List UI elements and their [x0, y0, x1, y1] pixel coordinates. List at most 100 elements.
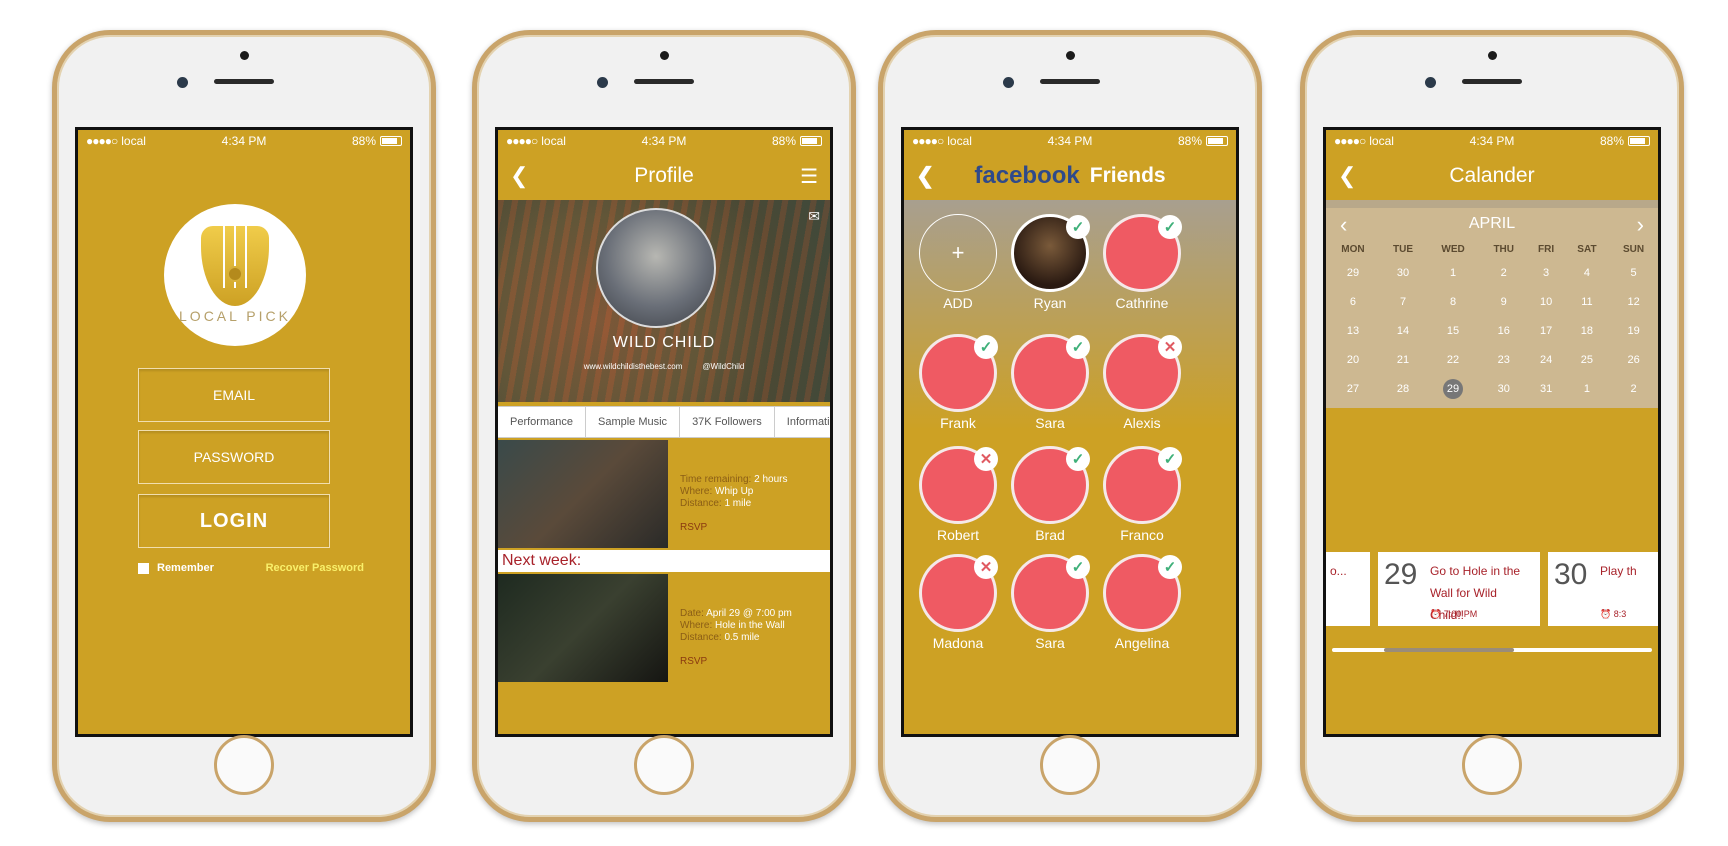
calendar-day[interactable]: 27 — [1326, 374, 1380, 403]
check-icon[interactable]: ✓ — [1158, 555, 1182, 579]
friend-item[interactable]: ✕ Alexis — [1102, 334, 1182, 431]
calendar-day[interactable]: 7 — [1380, 287, 1426, 316]
calendar-day[interactable]: 29 — [1326, 258, 1380, 287]
calendar-day[interactable]: 13 — [1326, 316, 1380, 345]
cross-icon[interactable]: ✕ — [974, 447, 998, 471]
back-icon[interactable]: ❮ — [916, 163, 934, 189]
recover-password-link[interactable]: Recover Password — [266, 562, 364, 574]
login-button[interactable]: LOGIN — [138, 494, 330, 548]
check-icon[interactable]: ✓ — [1066, 215, 1090, 239]
friend-item[interactable]: ✓ Brad — [1010, 446, 1090, 543]
friend-item[interactable]: ✓ Sara — [1010, 554, 1090, 651]
tab-information[interactable]: Information — [775, 407, 830, 437]
next-month-icon[interactable]: › — [1637, 212, 1644, 238]
tab-followers[interactable]: 37K Followers — [680, 407, 775, 437]
calendar-day[interactable]: 28 — [1380, 374, 1426, 403]
home-button[interactable] — [1040, 735, 1100, 795]
friend-avatar[interactable]: ✓ — [1103, 446, 1182, 524]
friend-avatar[interactable]: ✕ — [919, 554, 998, 632]
calendar-day[interactable]: 3 — [1527, 258, 1564, 287]
calendar-day[interactable]: 17 — [1527, 316, 1564, 345]
calendar-day[interactable]: 10 — [1527, 287, 1564, 316]
cards-scrollbar[interactable] — [1332, 648, 1652, 652]
friend-item[interactable]: ✓ Sara — [1010, 334, 1090, 431]
friend-item[interactable]: ✓ Franco — [1102, 446, 1182, 543]
calendar-day[interactable]: 5 — [1609, 258, 1658, 287]
calendar-day[interactable]: 26 — [1609, 345, 1658, 374]
check-icon[interactable]: ✓ — [1066, 447, 1090, 471]
calendar-day[interactable]: 11 — [1565, 287, 1609, 316]
website-link[interactable]: www.wildchildisthebest.com — [584, 362, 683, 371]
calendar-day[interactable]: 2 — [1609, 374, 1658, 403]
calendar-day[interactable]: 6 — [1326, 287, 1380, 316]
friend-avatar[interactable]: ✕ — [1103, 334, 1182, 412]
friend-item[interactable]: ✕ Madona — [918, 554, 998, 651]
password-field[interactable]: PASSWORD — [138, 430, 330, 484]
friend-avatar[interactable]: ✓ — [1103, 554, 1182, 632]
email-field[interactable]: EMAIL — [138, 368, 330, 422]
calendar-day[interactable]: 23 — [1480, 345, 1527, 374]
friend-avatar[interactable]: ✓ — [919, 334, 998, 412]
calendar-day[interactable]: 8 — [1426, 287, 1480, 316]
calendar-day[interactable]: 21 — [1380, 345, 1426, 374]
twitter-handle[interactable]: @WildChild — [702, 362, 744, 371]
calendar-day[interactable]: 4 — [1565, 258, 1609, 287]
prev-month-icon[interactable]: ‹ — [1340, 212, 1347, 238]
friend-avatar[interactable]: ✓ — [1011, 334, 1090, 412]
calendar-day[interactable]: 30 — [1480, 374, 1527, 403]
calendar-day[interactable]: 15 — [1426, 316, 1480, 345]
tab-sample-music[interactable]: Sample Music — [586, 407, 681, 437]
menu-icon[interactable]: ☰ — [800, 164, 818, 189]
calendar-day[interactable]: 1 — [1565, 374, 1609, 403]
friend-avatar[interactable]: ✓ — [1011, 446, 1090, 524]
friend-item[interactable]: ✓ Frank — [918, 334, 998, 431]
event-card[interactable]: o... — [1326, 552, 1370, 626]
check-icon[interactable]: ✓ — [1158, 215, 1182, 239]
calendar-day[interactable]: 25 — [1565, 345, 1609, 374]
friend-photo[interactable]: ✓ — [1011, 214, 1090, 292]
friend-item[interactable]: ✕ Robert — [918, 446, 998, 543]
event-card[interactable]: 30 Play th ⏰ 8:3 — [1548, 552, 1658, 626]
add-friend-button[interactable]: + ADD — [918, 214, 998, 311]
check-icon[interactable]: ✓ — [1158, 447, 1182, 471]
friend-item[interactable]: ✓ Angelina — [1102, 554, 1182, 651]
calendar-day[interactable]: 29 — [1426, 374, 1480, 403]
calendar-day[interactable]: 9 — [1480, 287, 1527, 316]
calendar-day[interactable]: 1 — [1426, 258, 1480, 287]
calendar-day[interactable]: 14 — [1380, 316, 1426, 345]
mail-icon[interactable]: ✉ — [808, 208, 820, 225]
calendar-day[interactable]: 30 — [1380, 258, 1426, 287]
tab-performance[interactable]: Performance — [498, 407, 586, 437]
calendar-day[interactable]: 24 — [1527, 345, 1564, 374]
friend-avatar[interactable]: ✕ — [919, 446, 998, 524]
remember-toggle[interactable]: Remember — [138, 562, 214, 574]
rsvp-button[interactable]: RSVP — [680, 656, 818, 668]
home-button[interactable] — [214, 735, 274, 795]
rsvp-button[interactable]: RSVP — [680, 522, 818, 534]
calendar-day[interactable]: 2 — [1480, 258, 1527, 287]
cross-icon[interactable]: ✕ — [974, 555, 998, 579]
event-card[interactable]: Time remaining: 2 hours Where: Whip Up D… — [498, 440, 830, 548]
check-icon[interactable]: ✓ — [1066, 555, 1090, 579]
calendar-day[interactable]: 19 — [1609, 316, 1658, 345]
check-icon[interactable]: ✓ — [974, 335, 998, 359]
check-icon[interactable]: ✓ — [1066, 335, 1090, 359]
home-button[interactable] — [1462, 735, 1522, 795]
friend-avatar[interactable]: ✓ — [1103, 214, 1182, 292]
checkbox[interactable] — [138, 562, 149, 574]
event-card[interactable]: Date: April 29 @ 7:00 pm Where: Hole in … — [498, 574, 830, 682]
back-icon[interactable]: ❮ — [1338, 163, 1356, 189]
event-card[interactable]: 29 Go to Hole in the Wall for Wild Child… — [1378, 552, 1540, 626]
calendar-day[interactable]: 20 — [1326, 345, 1380, 374]
calendar-day[interactable]: 12 — [1609, 287, 1658, 316]
home-button[interactable] — [634, 735, 694, 795]
calendar-day[interactable]: 16 — [1480, 316, 1527, 345]
calendar-day[interactable]: 31 — [1527, 374, 1564, 403]
plus-icon[interactable]: + — [919, 214, 997, 292]
friend-avatar[interactable]: ✓ — [1011, 554, 1090, 632]
calendar-day[interactable]: 22 — [1426, 345, 1480, 374]
calendar-day[interactable]: 18 — [1565, 316, 1609, 345]
friend-item[interactable]: ✓ Cathrine — [1102, 214, 1182, 311]
cross-icon[interactable]: ✕ — [1158, 335, 1182, 359]
back-icon[interactable]: ❮ — [510, 163, 528, 189]
